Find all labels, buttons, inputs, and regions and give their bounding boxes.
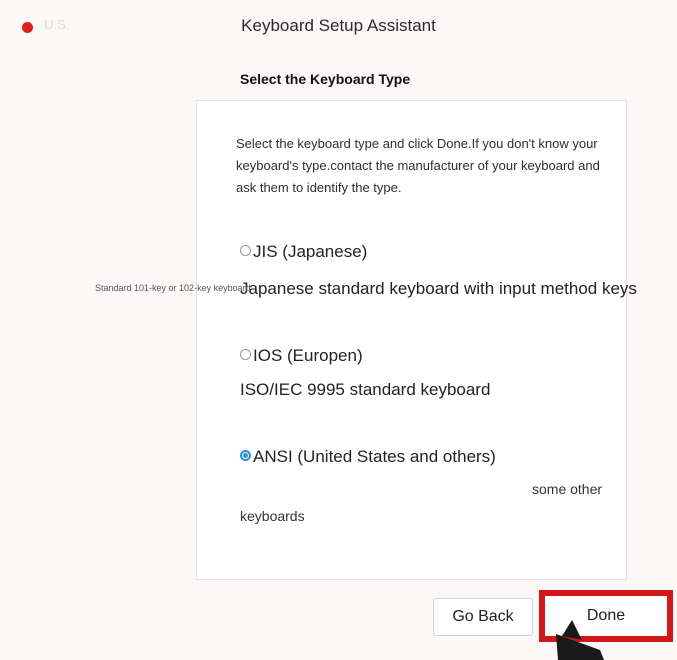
title-bar: U.S. Keyboard Setup Assistant	[0, 0, 677, 48]
instructions-text: Select the keyboard type and click Done.…	[236, 136, 600, 195]
option-jis-desc: Japanese standard keyboard with input me…	[240, 279, 637, 298]
option-ios-desc: ISO/IEC 9995 standard keyboard	[240, 380, 491, 399]
go-back-button[interactable]: Go Back	[433, 598, 533, 636]
option-jis[interactable]: JIS (Japanese)	[240, 242, 367, 262]
pointer-arrow-icon	[556, 620, 604, 660]
option-ansi-label: ANSI (United States and others)	[253, 447, 496, 466]
side-note: Standard 101-key or 102-key keyboard	[95, 283, 251, 293]
option-ansi-desc-line1: some other	[532, 481, 603, 497]
radio-ansi[interactable]	[240, 450, 251, 461]
option-ansi[interactable]: ANSI (United States and others)	[240, 447, 496, 467]
option-jis-label: JIS (Japanese)	[253, 242, 368, 261]
option-ansi-desc-line2: keyboards	[240, 508, 305, 524]
option-ios[interactable]: IOS (Europen)	[240, 346, 363, 366]
option-ios-label: IOS (Europen)	[253, 346, 363, 365]
radio-ios[interactable]	[240, 349, 251, 360]
radio-jis[interactable]	[240, 245, 251, 256]
window-title: Keyboard Setup Assistant	[241, 16, 436, 35]
page-subtitle: Select the Keyboard Type	[240, 71, 411, 87]
